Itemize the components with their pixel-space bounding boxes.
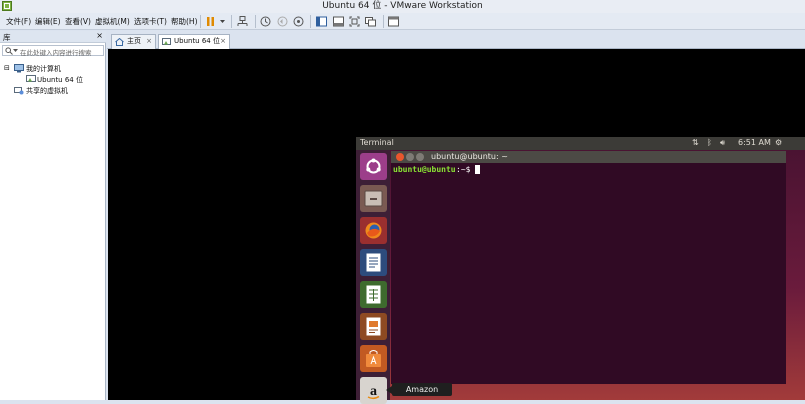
- tab-ubuntu-label: Ubuntu 64 位: [174, 37, 220, 45]
- chevron-down-icon[interactable]: [13, 49, 18, 53]
- maximize-icon[interactable]: [416, 153, 424, 161]
- library-header: 库 ×: [0, 31, 106, 43]
- volume-icon[interactable]: 🔊︎: [720, 138, 725, 148]
- computer-icon: [14, 64, 24, 73]
- snapshot-icon[interactable]: [259, 15, 272, 28]
- fullscreen-icon[interactable]: [348, 15, 361, 28]
- menu-file[interactable]: 文件(F): [6, 13, 31, 30]
- vm-icon: [26, 75, 36, 82]
- network-icon[interactable]: [236, 15, 249, 28]
- software-center-launcher-button[interactable]: [360, 345, 387, 372]
- tab-strip: 主页 × Ubuntu 64 位 ×: [107, 31, 805, 49]
- menu-help[interactable]: 帮助(H): [171, 13, 198, 30]
- amazon-icon: a: [367, 384, 380, 400]
- tree-expander-icon[interactable]: ⊟: [4, 64, 10, 72]
- menu-vm[interactable]: 虚拟机(M): [95, 13, 130, 30]
- launcher-tooltip: Amazon: [392, 383, 452, 396]
- spreadsheet-icon: [365, 284, 382, 305]
- unity-view-icon[interactable]: [364, 15, 377, 28]
- ubuntu-dash-button[interactable]: [360, 153, 387, 180]
- bluetooth-icon[interactable]: ᛒ: [707, 138, 712, 147]
- ubuntu-top-panel: Terminal ⇅ ᛒ 🔊︎ 6:51 AM ⚙: [356, 137, 805, 150]
- tab-home-close-button[interactable]: ×: [146, 35, 152, 48]
- ubuntu-logo-icon: [366, 158, 381, 174]
- file-cabinet-icon: [364, 190, 383, 207]
- close-icon[interactable]: [396, 153, 404, 161]
- tab-home-label: 主页: [127, 37, 141, 45]
- library-close-button[interactable]: ×: [96, 31, 103, 40]
- vm-tab-icon: [162, 38, 171, 45]
- terminal-prompt-suffix: :~$: [456, 165, 476, 174]
- network-arrows-icon[interactable]: ⇅: [692, 138, 699, 147]
- tab-home[interactable]: 主页 ×: [111, 34, 156, 49]
- tree-item-shared-vms[interactable]: 共享的虚拟机: [26, 86, 68, 96]
- chevron-down-icon[interactable]: [216, 15, 229, 28]
- tab-ubuntu-close-button[interactable]: ×: [220, 35, 226, 48]
- window-title: Ubuntu 64 位 - VMware Workstation: [322, 1, 483, 11]
- gear-icon[interactable]: ⚙: [775, 138, 782, 147]
- console-view-icon[interactable]: [332, 15, 345, 28]
- terminal-body[interactable]: [391, 163, 786, 384]
- menu-view[interactable]: 查看(V): [65, 13, 91, 30]
- terminal-title: ubuntu@ubuntu: ~: [431, 152, 508, 161]
- firefox-launcher-button[interactable]: [360, 217, 387, 244]
- files-launcher-button[interactable]: [360, 185, 387, 212]
- panel-clock[interactable]: 6:51 AM: [738, 138, 771, 147]
- presentation-icon: [365, 316, 382, 337]
- vmware-app-icon: [2, 1, 12, 11]
- tree-item-ubuntu-vm[interactable]: Ubuntu 64 位: [37, 75, 83, 85]
- title-bar: Ubuntu 64 位 - VMware Workstation: [0, 0, 805, 13]
- firefox-icon: [365, 222, 382, 239]
- document-icon: [365, 252, 382, 273]
- shared-vm-icon: [14, 87, 24, 95]
- ubuntu-launcher: a: [356, 150, 390, 404]
- revert-snapshot-icon[interactable]: [276, 15, 289, 28]
- menu-tabs[interactable]: 选项卡(T): [134, 13, 167, 30]
- library-view-icon[interactable]: [315, 15, 328, 28]
- library-search-field[interactable]: 在此处键入内容进行搜索: [2, 45, 104, 57]
- tree-item-my-computer[interactable]: 我的计算机: [26, 64, 61, 74]
- svg-text:a: a: [370, 384, 377, 399]
- tab-ubuntu[interactable]: Ubuntu 64 位 ×: [158, 34, 230, 49]
- library-pane: 库 × 在此处键入内容进行搜索 ⊟ 我的计算机 Ubuntu 64 位 共享的虚…: [0, 31, 106, 400]
- preferences-view-icon[interactable]: [387, 15, 400, 28]
- calc-launcher-button[interactable]: [360, 281, 387, 308]
- terminal-prompt: ubuntu@ubuntu: [393, 165, 456, 174]
- home-icon: [115, 38, 124, 46]
- library-search-placeholder: 在此处键入内容进行搜索: [20, 49, 92, 57]
- writer-launcher-button[interactable]: [360, 249, 387, 276]
- library-title: 库: [3, 33, 11, 42]
- search-icon: [5, 47, 13, 55]
- impress-launcher-button[interactable]: [360, 313, 387, 340]
- menu-toolbar: 文件(F) 编辑(E) 查看(V) 虚拟机(M) 选项卡(T) 帮助(H): [0, 13, 805, 30]
- menu-edit[interactable]: 编辑(E): [35, 13, 61, 30]
- snapshot-manager-icon[interactable]: [292, 15, 305, 28]
- panel-app-title: Terminal: [360, 138, 394, 147]
- minimize-icon[interactable]: [406, 153, 414, 161]
- terminal-cursor: [475, 165, 480, 174]
- shopping-bag-icon: [366, 350, 381, 367]
